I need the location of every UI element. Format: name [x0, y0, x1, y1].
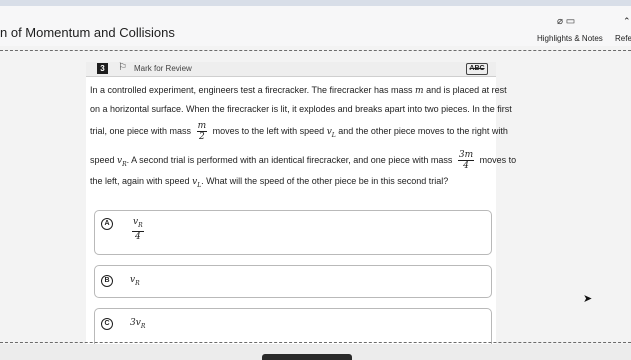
question-number: 3 [97, 63, 108, 74]
choice-b-value: vR [130, 275, 140, 287]
highlights-label: Highlights & Notes [537, 34, 603, 43]
strikethrough-toggle[interactable]: ABC [466, 63, 488, 75]
choice-letter-c: C [101, 318, 113, 330]
question-panel: 3 ⚐ Mark for Review ABC In a controlled … [86, 62, 516, 360]
question-toolbar: 3 ⚐ Mark for Review ABC [86, 62, 496, 77]
reference-label: Refe [615, 34, 631, 43]
choice-a-value: vR 4 [132, 217, 144, 242]
reference-icon: ⌃ [623, 16, 631, 26]
choice-c-value: 3vR [130, 318, 146, 330]
answer-choice-b[interactable]: B vR [94, 265, 492, 298]
section-title: n of Momentum and Collisions [0, 25, 175, 40]
progress-indicator[interactable] [262, 354, 352, 360]
footer-divider [0, 342, 631, 343]
reference-button[interactable]: ⌃ Refe [615, 16, 631, 48]
choice-letter-b: B [101, 275, 113, 287]
header-divider [0, 50, 631, 51]
fraction-m-over-2: m 2 [196, 121, 208, 142]
highlights-notes-button[interactable]: ⌀ ▭ Highlights & Notes [537, 16, 603, 48]
choice-letter-a: A [101, 218, 113, 230]
mouse-cursor-icon: ➤ [583, 293, 593, 305]
header-bar: n of Momentum and Collisions ⌀ ▭ Highlig… [0, 6, 631, 46]
highlight-pen-icon: ⌀ ▭ [557, 16, 576, 27]
answer-choice-a[interactable]: A vR 4 [94, 210, 492, 255]
fraction-3m-over-4: 3m 4 [457, 150, 475, 171]
mark-for-review-button[interactable]: Mark for Review [134, 64, 192, 73]
bookmark-icon[interactable]: ⚐ [118, 62, 127, 73]
